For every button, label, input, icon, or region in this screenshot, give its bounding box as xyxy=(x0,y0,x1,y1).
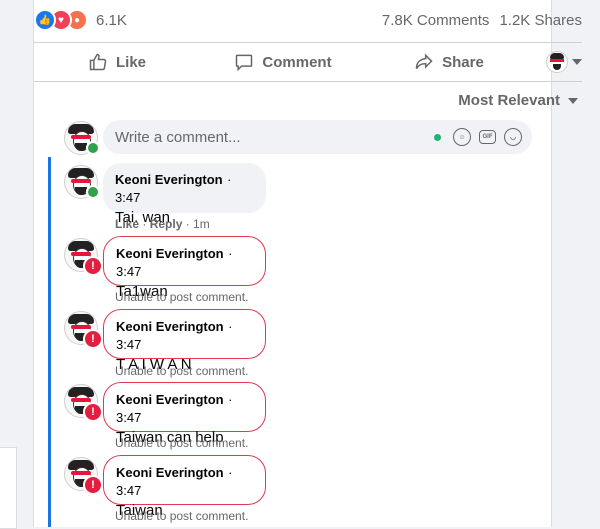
comment-bubble-failed: Keoni Everington · 3:47 Ta1wan xyxy=(103,236,266,300)
comment-sort-dropdown[interactable]: Most Relevant xyxy=(458,92,578,109)
comment-author[interactable]: Keoni Everington xyxy=(116,465,224,480)
chevron-down-icon xyxy=(572,59,582,65)
error-icon: ! xyxy=(83,256,103,276)
post-stats: 👍 ♥ ● 6.1K 7.8K Comments 1.2K Shares xyxy=(34,8,582,32)
share-label: Share xyxy=(442,53,484,71)
share-button[interactable]: Share xyxy=(366,52,532,72)
comment-input[interactable] xyxy=(103,127,434,147)
comment-like-link[interactable]: Like xyxy=(115,217,139,231)
comment-reply-link[interactable]: Reply xyxy=(150,217,183,231)
online-status-dot xyxy=(86,141,100,155)
sticker-icon[interactable]: ◡ xyxy=(504,128,522,146)
share-arrow-icon xyxy=(415,53,433,70)
error-icon: ! xyxy=(83,329,103,349)
comment-count[interactable]: 7.8K Comments xyxy=(382,12,490,29)
left-panel-edge xyxy=(0,447,17,529)
comment-author[interactable]: Keoni Everington xyxy=(116,392,224,407)
comment-meta: Like · Reply · 1m xyxy=(115,217,210,231)
gif-icon[interactable]: GIF xyxy=(479,130,496,144)
comment-composer: ☺ GIF ◡ xyxy=(103,120,532,154)
comment-age[interactable]: · 1m xyxy=(182,217,210,231)
status-dot-icon xyxy=(434,133,441,141)
share-count[interactable]: 1.2K Shares xyxy=(499,12,582,29)
like-reaction-icon: 👍 xyxy=(34,9,56,31)
comment-bubble: Keoni Everington · 3:47 Tai. wan xyxy=(103,163,266,226)
emoji-icon[interactable]: ☺ xyxy=(453,128,471,146)
comment-bubble-failed: Keoni Everington · 3:47 Taiwan can help xyxy=(103,382,266,446)
divider xyxy=(34,81,582,82)
comment-bubble-failed: Keoni Everington · 3:47 Taiwan xyxy=(103,455,266,519)
comment-bubble-icon xyxy=(236,54,253,72)
comment-bubble-failed: Keoni Everington · 3:47 T A I W A N xyxy=(103,309,266,373)
comment-author[interactable]: Keoni Everington xyxy=(116,246,224,261)
post-action-bar: Like Comment Share xyxy=(34,43,582,81)
post-error-message: Unable to post comment. xyxy=(115,290,249,304)
thumbs-up-icon xyxy=(89,53,107,71)
online-status-dot xyxy=(86,185,100,199)
post-error-message: Unable to post comment. xyxy=(115,364,249,378)
audience-selector[interactable] xyxy=(532,51,582,73)
error-icon: ! xyxy=(83,402,103,422)
error-icon: ! xyxy=(83,475,103,495)
reaction-count[interactable]: 6.1K xyxy=(96,12,127,29)
comment-button[interactable]: Comment xyxy=(200,52,366,72)
reactions-summary[interactable]: 👍 ♥ ● 6.1K xyxy=(34,9,127,31)
like-button[interactable]: Like xyxy=(34,52,200,72)
avatar-small xyxy=(546,51,568,73)
comment-label: Comment xyxy=(262,53,332,71)
chevron-down-icon xyxy=(568,97,578,104)
comment-author[interactable]: Keoni Everington xyxy=(115,172,223,187)
comment-author[interactable]: Keoni Everington xyxy=(116,319,224,334)
post-error-message: Unable to post comment. xyxy=(115,509,249,523)
like-label: Like xyxy=(115,53,146,71)
thread-indicator-line xyxy=(48,157,51,527)
post-error-message: Unable to post comment. xyxy=(115,436,249,450)
sort-label: Most Relevant xyxy=(458,92,560,109)
